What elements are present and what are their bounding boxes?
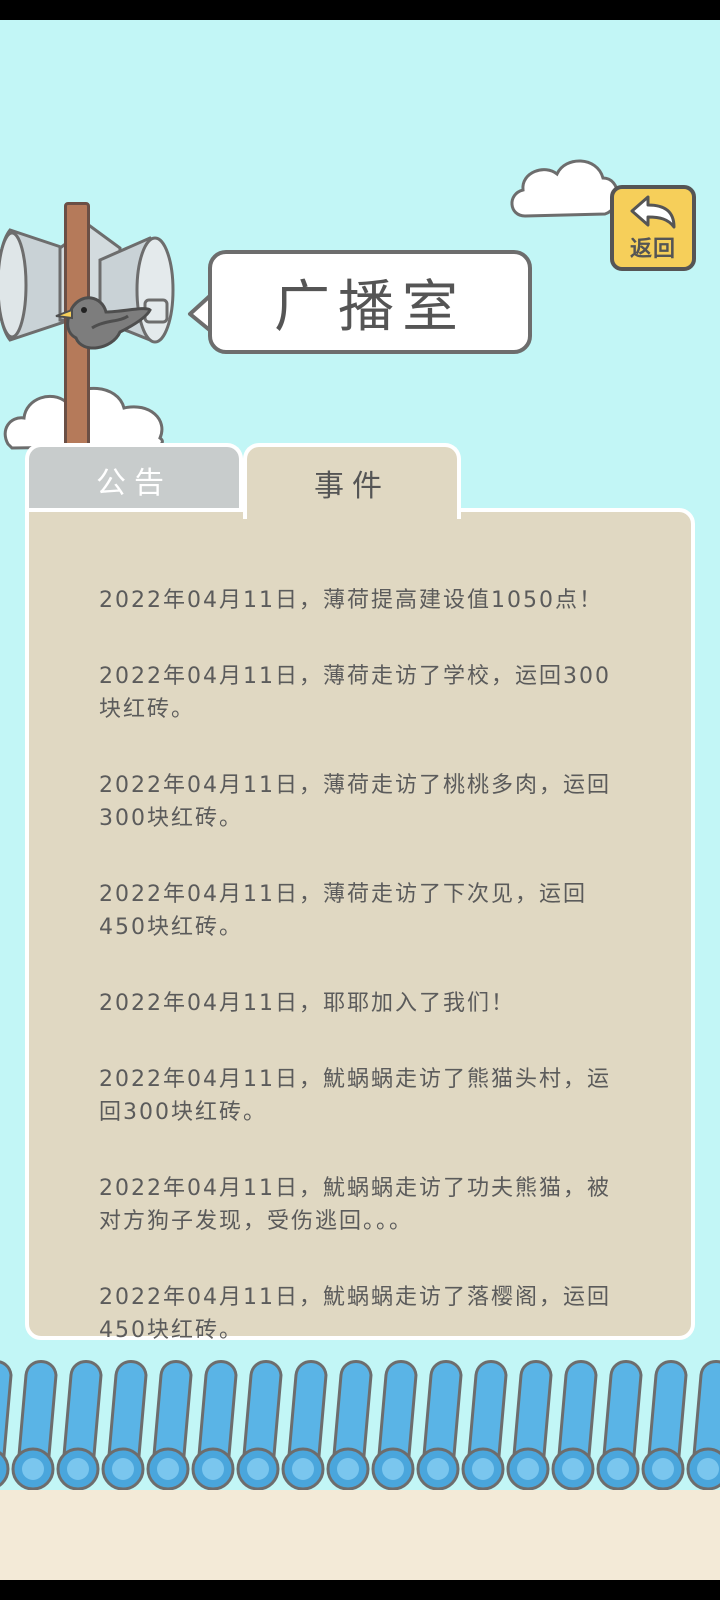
event-item: 2022年04月11日，薄荷走访了桃桃多肉，运回300块红砖。 [99,773,611,831]
roof-tile-end-inner [382,1458,404,1480]
roof-tile-end-inner [697,1458,719,1480]
event-item: 2022年04月11日，薄荷走访了下次见，运回450块红砖。 [99,882,587,940]
roof-tile-end-inner [112,1458,134,1480]
event-item: 2022年04月11日，薄荷提高建设值1050点！ [99,588,603,613]
roof-tile-end-inner [157,1458,179,1480]
page-title: 广播室 [208,250,532,354]
event-item: 2022年04月11日，魷蜗蜗走访了熊猫头村，运回300块红砖。 [99,1067,611,1125]
roof-tile-end-inner [22,1458,44,1480]
back-arrow-icon [630,195,676,229]
back-button[interactable]: 返回 [610,185,696,271]
event-list: 2022年04月11日，薄荷提高建设值1050点！ 2022年04月11日，薄荷… [99,584,629,1390]
bird-icon [55,296,152,350]
roof-tile [0,1360,13,1469]
event-item: 2022年04月11日，耶耶加入了我们！ [99,991,515,1016]
event-item: 2022年04月11日，魷蜗蜗走访了落樱阁，运回450块红砖。 [99,1285,611,1343]
roof-tile-end-inner [562,1458,584,1480]
roof-tile-end-inner [427,1458,449,1480]
game-screen: 广播室 返回 公告 事件 2022年04月11日，薄荷提高建设值1050点！ 2… [0,20,720,1580]
events-panel: 2022年04月11日，薄荷提高建设值1050点！ 2022年04月11日，薄荷… [25,508,695,1343]
ground [0,1490,720,1580]
roof-tile-end-inner [202,1458,224,1480]
roof-tile-end-inner [337,1458,359,1480]
roof-tile-end-inner [517,1458,539,1480]
back-button-label: 返回 [629,237,676,262]
tab-events[interactable]: 事件 [243,443,461,519]
roof-tile-end-inner [67,1458,89,1480]
event-item: 2022年04月11日，魷蜗蜗走访了功夫熊猫，被对方狗子发现，受伤逃回。。。 [99,1176,611,1234]
roof-tile-end-inner [607,1458,629,1480]
roof-tile-end-inner [292,1458,314,1480]
roof-tile-end [0,1451,10,1487]
event-item: 2022年04月11日，薄荷走访了学校，运回300块红砖。 [99,664,611,722]
cloud-top-right [510,159,619,218]
tab-notice[interactable]: 公告 [25,443,243,513]
roof-tile-end-inner [247,1458,269,1480]
roof-tile-end-inner [652,1458,674,1480]
roof-tile-end-inner [472,1458,494,1480]
